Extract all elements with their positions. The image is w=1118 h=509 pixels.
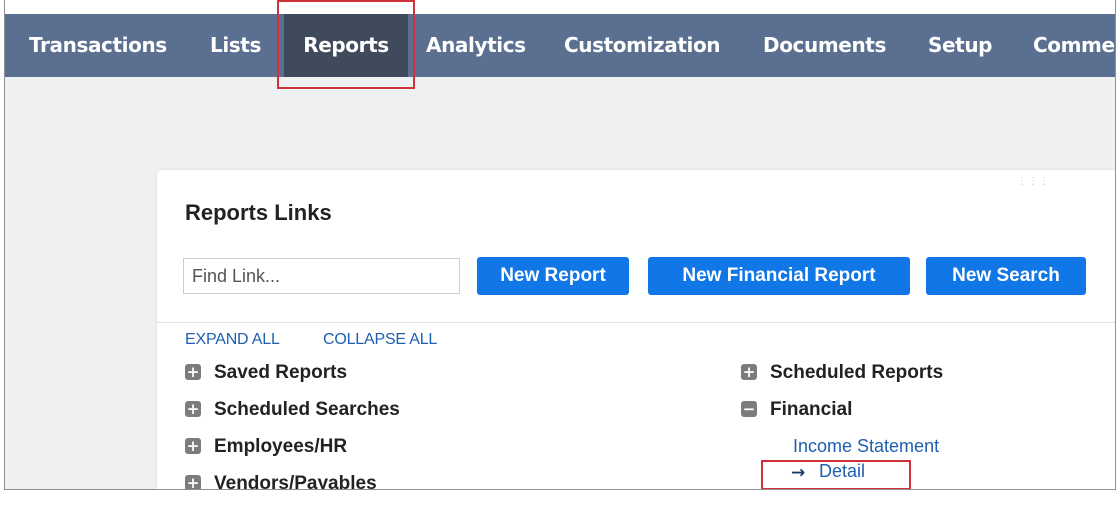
nav-item-customization[interactable]: Customization: [564, 14, 721, 77]
nav-item-transactions[interactable]: Transactions: [29, 14, 167, 77]
new-financial-report-button[interactable]: New Financial Report: [648, 257, 910, 295]
divider: [157, 322, 1115, 323]
minus-square-icon[interactable]: −: [741, 401, 757, 417]
plus-square-icon[interactable]: +: [741, 364, 757, 380]
collapse-all-link[interactable]: COLLAPSE ALL: [323, 331, 437, 349]
section-label: Financial: [770, 399, 853, 420]
portlet-title: Reports Links: [185, 200, 332, 225]
app-window: Transactions Lists Reports Analytics Cus…: [4, 0, 1116, 490]
main-nav-bar: Transactions Lists Reports Analytics Cus…: [5, 14, 1115, 77]
nav-item-lists[interactable]: Lists: [210, 14, 261, 77]
section-label: Employees/HR: [214, 436, 348, 457]
expand-all-link[interactable]: EXPAND ALL: [185, 331, 280, 349]
nav-item-documents[interactable]: Documents: [763, 14, 886, 77]
new-search-button[interactable]: New Search: [926, 257, 1086, 295]
nav-item-setup[interactable]: Setup: [928, 14, 992, 77]
income-statement-link[interactable]: Income Statement: [793, 436, 939, 457]
top-strip: [5, 0, 1115, 14]
find-link-input[interactable]: [183, 258, 460, 294]
drag-handle-icon[interactable]: ⋮⋮⋮: [1017, 177, 1050, 187]
section-label: Scheduled Searches: [214, 399, 400, 420]
section-label: Scheduled Reports: [770, 362, 944, 383]
nav-item-analytics[interactable]: Analytics: [426, 14, 526, 77]
plus-square-icon[interactable]: +: [185, 401, 201, 417]
plus-square-icon[interactable]: +: [185, 438, 201, 454]
plus-square-icon[interactable]: +: [185, 364, 201, 380]
reports-links-portlet: ⋮⋮⋮ Reports Links New Report New Financi…: [157, 170, 1115, 490]
nav-item-reports[interactable]: Reports: [284, 14, 408, 77]
section-label: Saved Reports: [214, 362, 348, 383]
nav-item-commerce[interactable]: Comme: [1033, 14, 1115, 77]
income-statement-detail-link[interactable]: Detail: [819, 461, 865, 482]
new-report-button[interactable]: New Report: [477, 257, 629, 295]
section-label: Vendors/Payables: [214, 473, 377, 490]
right-arrow-icon: →: [791, 463, 806, 483]
plus-square-icon[interactable]: +: [185, 475, 201, 489]
